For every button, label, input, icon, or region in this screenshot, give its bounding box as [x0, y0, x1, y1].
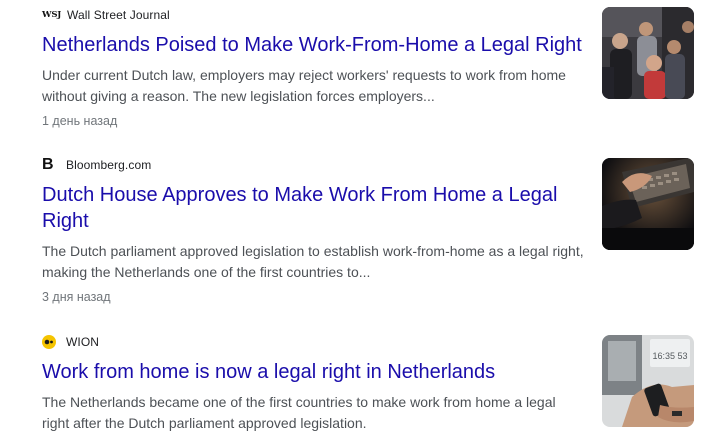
- snippet: The Dutch parliament approved legislatio…: [42, 241, 584, 283]
- headline-link[interactable]: Work from home is now a legal right in N…: [42, 359, 495, 385]
- snippet-line: The Netherlands became one of the first …: [42, 394, 556, 410]
- snippet: Under current Dutch law, employers may r…: [42, 65, 566, 107]
- source-name[interactable]: Wall Street Journal: [67, 8, 170, 22]
- headline-link[interactable]: Dutch House Approves to Make Work From H…: [42, 182, 557, 234]
- snippet: The Netherlands became one of the first …: [42, 392, 556, 434]
- wsj-logo-icon: WSJ: [42, 10, 62, 20]
- headline-link[interactable]: Netherlands Poised to Make Work-From-Hom…: [42, 32, 582, 58]
- source-row: WSJ Wall Street Journal: [42, 8, 170, 22]
- source-name[interactable]: Bloomberg.com: [66, 158, 151, 172]
- source-row: WION: [42, 335, 99, 349]
- wion-logo-icon: [42, 335, 56, 349]
- news-result-wsj[interactable]: WSJ Wall Street Journal Netherlands Pois…: [42, 0, 694, 140]
- headline-line[interactable]: Right: [42, 208, 557, 234]
- source-name[interactable]: WION: [66, 335, 99, 349]
- thumbnail-crowd-photo[interactable]: [602, 7, 694, 99]
- source-row: B Bloomberg.com: [42, 156, 151, 173]
- snippet-line: The Dutch parliament approved legislatio…: [42, 243, 584, 259]
- snippet-line: making the Netherlands one of the first …: [42, 264, 371, 280]
- desk-clock-text: 16:35 53: [652, 351, 687, 361]
- published-time: 1 день назад: [42, 114, 118, 128]
- news-results-feed: WSJ Wall Street Journal Netherlands Pois…: [0, 0, 727, 439]
- thumbnail-desk-phone-photo[interactable]: 16:35 53: [602, 335, 694, 427]
- thumbnail-laptop-typing-photo[interactable]: [602, 158, 694, 250]
- bloomberg-logo-icon: B: [42, 156, 54, 173]
- news-result-bloomberg[interactable]: B Bloomberg.com Dutch House Approves to …: [42, 150, 694, 310]
- headline-line[interactable]: Dutch House Approves to Make Work From H…: [42, 182, 557, 208]
- snippet-line: Under current Dutch law, employers may r…: [42, 67, 566, 83]
- published-time: 3 дня назад: [42, 290, 111, 304]
- news-result-wion[interactable]: WION Work from home is now a legal right…: [42, 327, 694, 439]
- snippet-line: right after the Dutch parliament approve…: [42, 415, 367, 431]
- snippet-line: without giving a reason. The new legisla…: [42, 88, 435, 104]
